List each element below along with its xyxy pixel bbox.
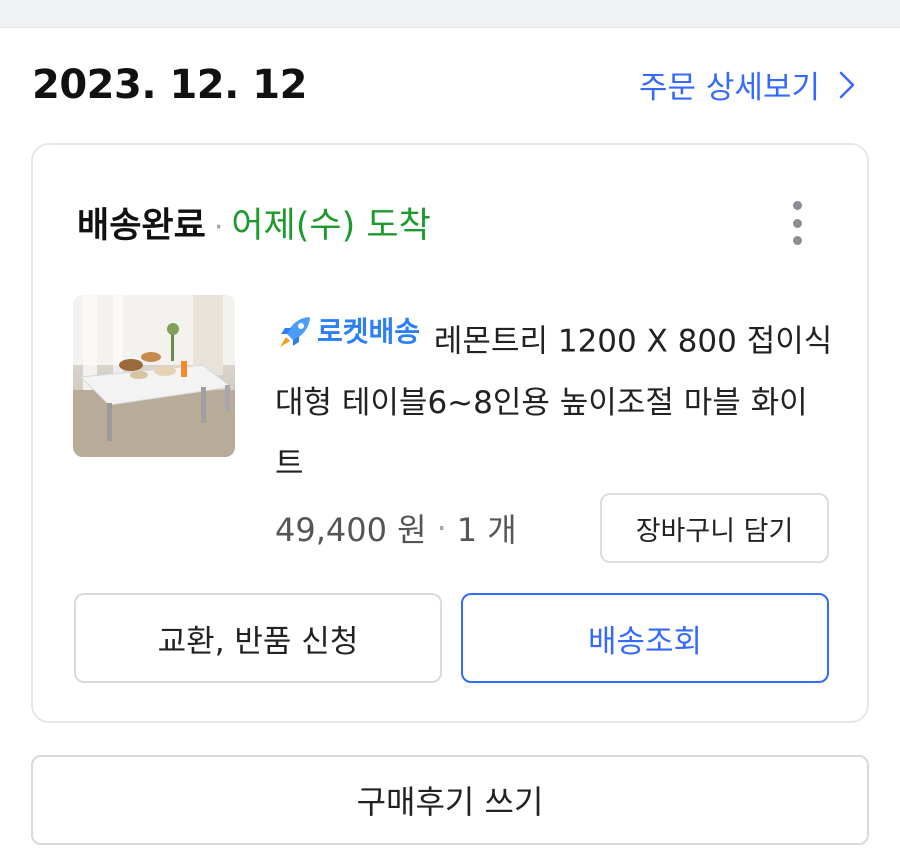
rocket-icon bbox=[280, 316, 310, 347]
order-card: 배송완료 · 어제(수) 도착 로켓배송 레몬트리 1200 X 800 접이식… bbox=[31, 143, 869, 723]
track-delivery-button[interactable]: 배송조회 bbox=[461, 593, 829, 683]
more-vertical-icon[interactable] bbox=[787, 201, 807, 245]
order-detail-label: 주문 상세보기 bbox=[639, 70, 820, 106]
delivery-status: 배송완료 bbox=[77, 206, 206, 246]
arrival-date: 어제(수) 도착 bbox=[231, 206, 431, 246]
product-quantity: 1 개 bbox=[456, 511, 517, 549]
chevron-right-icon bbox=[839, 71, 855, 98]
product-thumbnail[interactable] bbox=[73, 295, 235, 457]
product-title-block[interactable]: 로켓배송 레몬트리 1200 X 800 접이식 대형 테이블6~8인용 높이조… bbox=[275, 301, 835, 495]
product-table-image bbox=[73, 295, 235, 457]
write-review-button[interactable]: 구매후기 쓰기 bbox=[31, 755, 869, 845]
product-price: 49,400 원 bbox=[275, 511, 427, 549]
rocket-delivery-label: 로켓배송 bbox=[317, 315, 421, 348]
price-separator: · bbox=[436, 509, 447, 547]
status-separator: · bbox=[213, 210, 224, 245]
add-to-cart-button[interactable]: 장바구니 담기 bbox=[600, 493, 829, 563]
price-row: 49,400 원 · 1 개 bbox=[275, 505, 517, 551]
exchange-return-button[interactable]: 교환, 반품 신청 bbox=[74, 593, 442, 683]
order-date: 2023. 12. 12 bbox=[32, 62, 307, 108]
delivery-status-row: 배송완료 · 어제(수) 도착 bbox=[77, 197, 431, 248]
top-divider-band bbox=[0, 0, 900, 28]
order-detail-link[interactable]: 주문 상세보기 bbox=[639, 62, 856, 107]
rocket-delivery-badge: 로켓배송 bbox=[275, 301, 420, 362]
